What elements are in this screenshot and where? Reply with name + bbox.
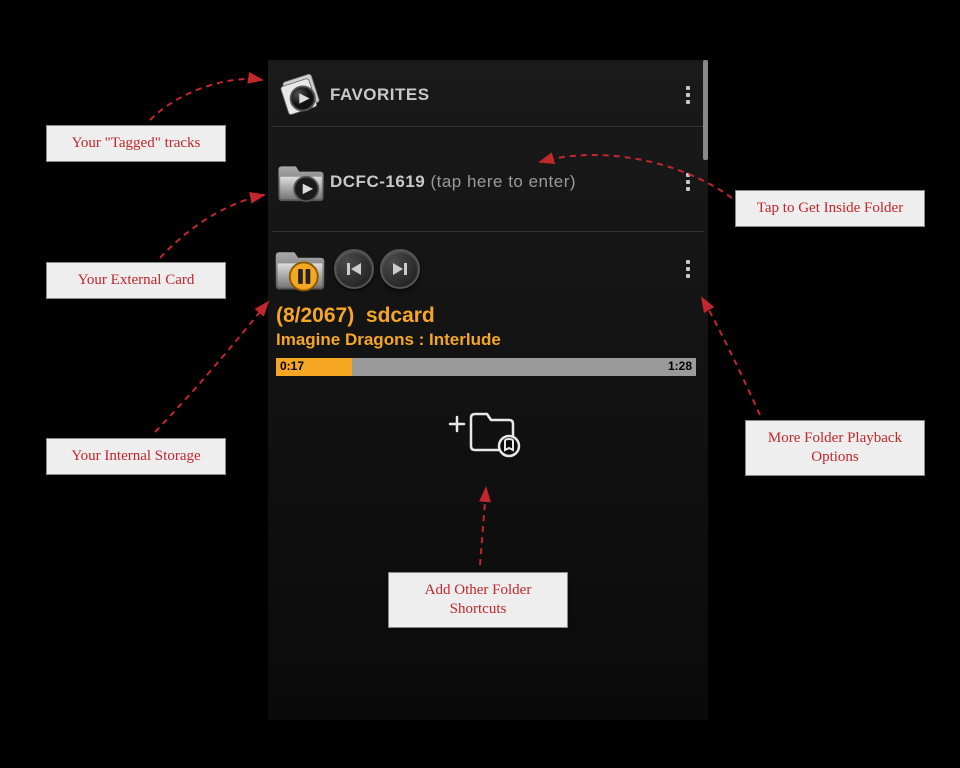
callout-more-options: More Folder Playback Options xyxy=(745,420,925,476)
row-favorites[interactable]: FAVORITES xyxy=(268,60,708,126)
favorites-overflow-icon[interactable] xyxy=(676,80,700,110)
progress-bar[interactable]: 0:17 1:28 xyxy=(276,358,696,376)
now-playing-track: Imagine Dragons : Interlude xyxy=(272,330,700,350)
folder-hint: (tap here to enter) xyxy=(430,172,576,191)
track-position: (8/2067) xyxy=(276,304,354,327)
row-sdcard[interactable]: (8/2067) sdcard Imagine Dragons : Interl… xyxy=(268,232,708,458)
folder-sdcard-label: sdcard xyxy=(366,304,435,327)
next-track-button[interactable] xyxy=(380,249,420,289)
time-duration: 1:28 xyxy=(668,359,692,373)
favorites-label: FAVORITES xyxy=(330,85,676,105)
folder-play-icon xyxy=(272,157,330,207)
folder-overflow-icon[interactable] xyxy=(676,167,700,197)
folder-name: DCFC-1619 xyxy=(330,172,425,191)
favorites-play-icon xyxy=(272,70,330,120)
callout-enter-folder: Tap to Get Inside Folder xyxy=(735,190,925,227)
callout-internal: Your Internal Storage xyxy=(46,438,226,475)
add-folder-shortcut-button[interactable] xyxy=(272,406,700,458)
callout-tagged: Your "Tagged" tracks xyxy=(46,125,226,162)
sdcard-overflow-icon[interactable] xyxy=(676,254,700,284)
prev-track-button[interactable] xyxy=(334,249,374,289)
row-folder-dcfc[interactable]: DCFC-1619 (tap here to enter) xyxy=(268,127,708,231)
folder-pause-icon[interactable] xyxy=(272,244,328,294)
folder-dcfc-label: DCFC-1619 (tap here to enter) xyxy=(330,172,676,192)
now-playing-title: (8/2067) sdcard xyxy=(272,304,700,328)
callout-add-shortcuts: Add Other Folder Shortcuts xyxy=(388,572,568,628)
callout-external: Your External Card xyxy=(46,262,226,299)
time-elapsed: 0:17 xyxy=(280,359,304,373)
